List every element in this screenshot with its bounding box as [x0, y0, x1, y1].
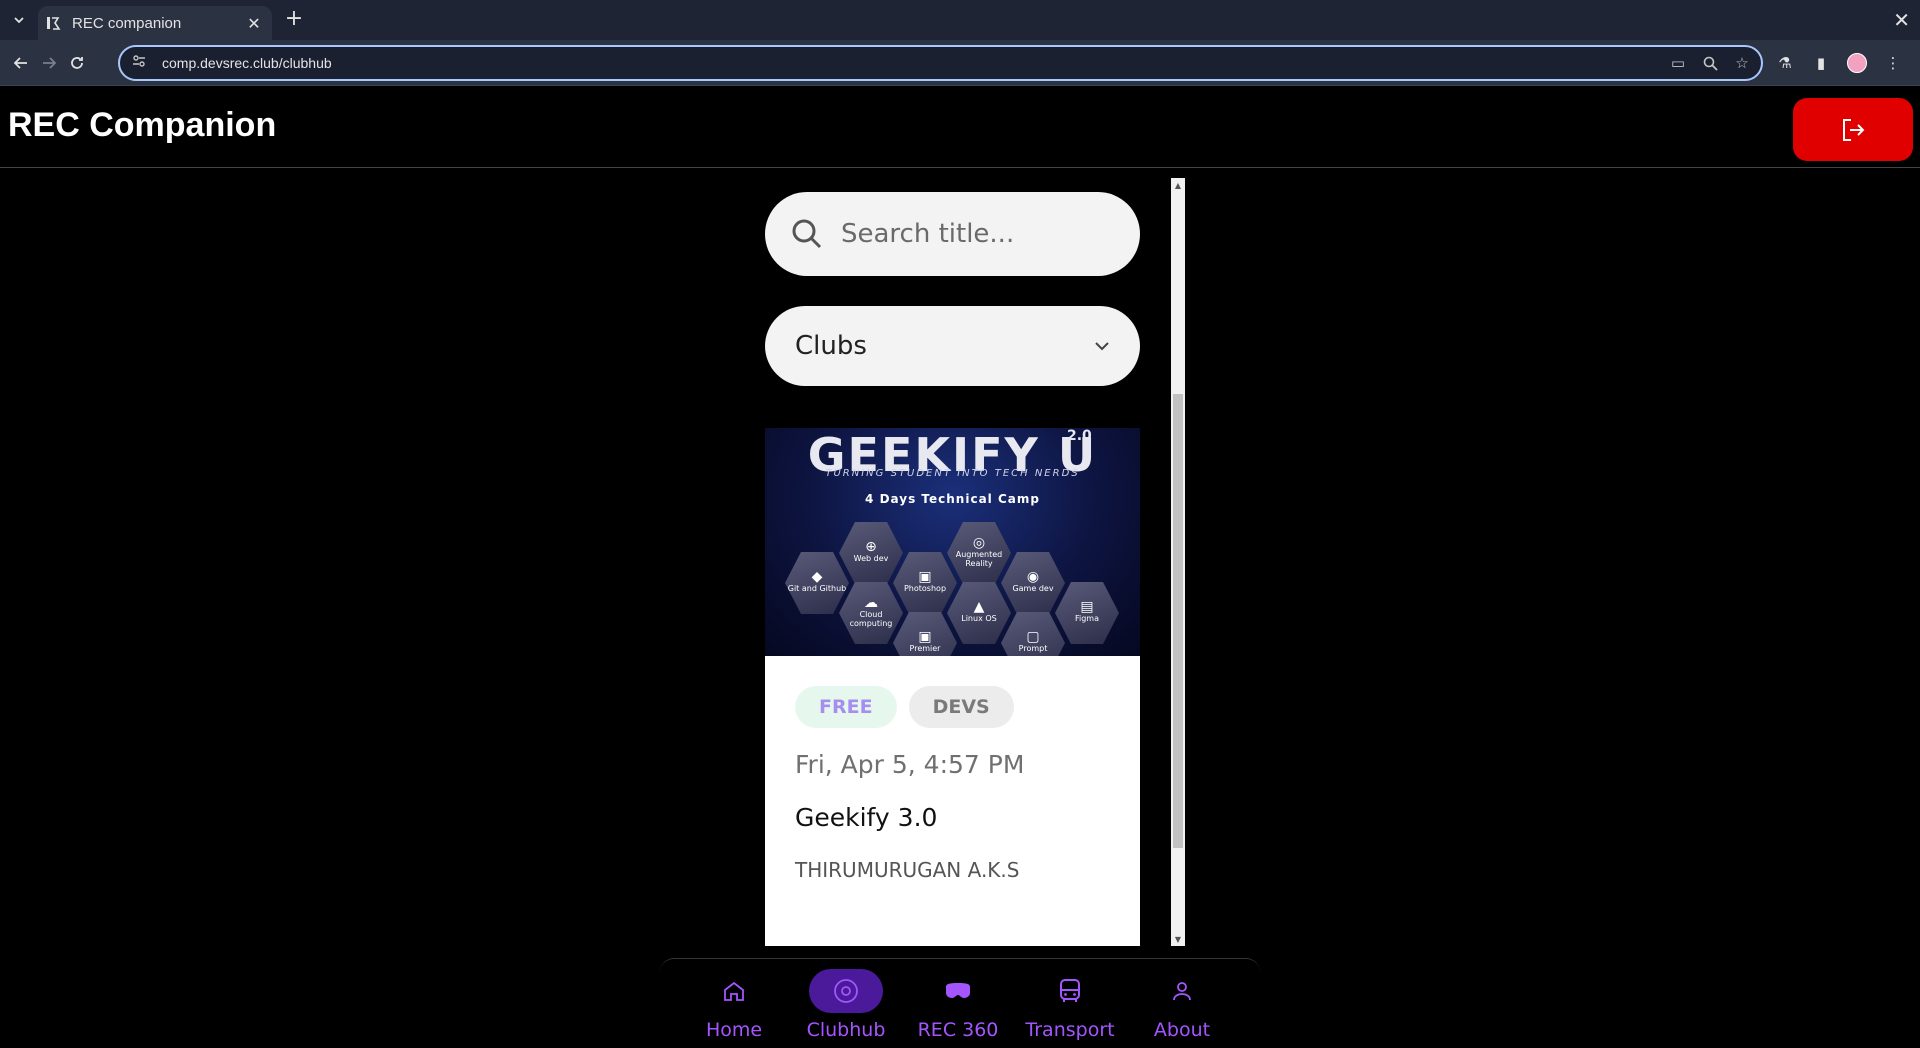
scroll-down-arrow-icon[interactable]: ▼: [1171, 932, 1185, 946]
banner-hex-premier: ▣ Premier: [893, 611, 957, 656]
banner-hex-linux: ▲ Linux OS: [947, 581, 1011, 645]
labs-flask-icon[interactable]: ⚗: [1772, 50, 1798, 76]
arrow-left-icon: [13, 57, 27, 69]
tab-list-button[interactable]: [8, 9, 30, 31]
clubs-dropdown[interactable]: Clubs: [765, 306, 1140, 386]
banner-hex-gamedev: ◉ Game dev: [1001, 551, 1065, 615]
nav-item-about[interactable]: About: [1132, 969, 1232, 1047]
address-bar[interactable]: comp.devsrec.club/clubhub ▭ ☆: [118, 45, 1763, 81]
forward-button[interactable]: [36, 50, 62, 76]
chevron-down-icon: [1095, 342, 1109, 351]
banner-hex-webdev: ⊕ Web dev: [839, 521, 903, 585]
zoom-icon[interactable]: [1697, 50, 1723, 76]
nav-label-clubhub: Clubhub: [806, 1019, 886, 1041]
banner-hex-photoshop: ▣ Photoshop: [893, 551, 957, 615]
logout-icon: [1843, 118, 1865, 141]
new-tab-button[interactable]: +: [282, 8, 306, 32]
url-text[interactable]: comp.devsrec.club/clubhub: [162, 55, 1665, 71]
site-info-icon[interactable]: [132, 54, 152, 72]
banner-hex-ar: ◎ Augmented Reality: [947, 521, 1011, 585]
back-button[interactable]: [8, 50, 34, 76]
event-title: Geekify 3.0: [795, 803, 938, 832]
banner-hex-figma: ▤ Figma: [1055, 581, 1119, 645]
search-box[interactable]: [765, 192, 1140, 276]
event-date: Fri, Apr 5, 4:57 PM: [795, 750, 1025, 779]
event-organizer: THIRUMURUGAN A.K.S: [795, 858, 1020, 882]
event-banner-image: GEEKIFY U 2.0 TURNING STUDENT INTO TECH …: [765, 428, 1140, 656]
panel-scrollbar[interactable]: ▲ ▼: [1171, 178, 1185, 946]
menu-kebab-icon[interactable]: ⋮: [1880, 50, 1906, 76]
search-input[interactable]: [841, 219, 1101, 249]
reload-icon: [71, 57, 83, 69]
side-panel-icon[interactable]: ▮: [1808, 50, 1834, 76]
nav-item-rec360[interactable]: REC 360: [908, 969, 1008, 1047]
clubs-dropdown-value: Clubs: [795, 331, 867, 361]
banner-camp-text: 4 Days Technical Camp: [865, 492, 1040, 506]
user-icon: [1173, 982, 1191, 1001]
event-card[interactable]: GEEKIFY U 2.0 TURNING STUDENT INTO TECH …: [765, 428, 1140, 946]
rec-favicon-icon: [47, 17, 61, 30]
event-tags: FREE DEVS: [795, 686, 1110, 728]
banner-hex-git: ◆ Git and Github: [785, 551, 849, 615]
nav-item-transport[interactable]: Transport: [1020, 969, 1120, 1047]
reload-button[interactable]: [64, 50, 90, 76]
tag-free-badge: FREE: [795, 686, 897, 728]
tab-close-icon[interactable]: ✕: [244, 14, 264, 33]
search-icon: [792, 219, 822, 249]
scrollbar-thumb[interactable]: [1173, 394, 1183, 848]
bus-icon: [1060, 979, 1080, 1002]
chevron-down-icon: [14, 17, 24, 24]
clubhub-panel: Clubs GEEKIFY U 2.0 TURNING STUDENT INTO…: [733, 178, 1185, 946]
nav-label-transport: Transport: [1025, 1019, 1115, 1041]
home-icon: [724, 981, 744, 1001]
disc-icon: [834, 979, 858, 1003]
browser-toolbar: comp.devsrec.club/clubhub ▭ ☆ ⚗ ▮ ⋮: [0, 40, 1920, 86]
bookmark-star-icon[interactable]: ☆: [1729, 50, 1755, 76]
nav-item-home[interactable]: Home: [684, 969, 784, 1047]
browser-tab[interactable]: REC companion ✕: [38, 6, 272, 40]
nav-label-home: Home: [705, 1019, 763, 1041]
page-title: REC Companion: [8, 106, 277, 144]
tab-title: REC companion: [72, 14, 182, 32]
app-header: REC Companion: [0, 86, 1920, 168]
banner-subtitle: TURNING STUDENT INTO TECH NERDS: [825, 468, 1080, 479]
profile-avatar[interactable]: [1844, 50, 1870, 76]
bottom-nav: Home Clubhub REC 360 Transport About: [660, 958, 1260, 1048]
nav-item-clubhub[interactable]: Clubhub: [796, 969, 896, 1047]
nav-label-about: About: [1153, 1019, 1211, 1041]
window-close-button[interactable]: ✕: [1893, 8, 1910, 32]
arrow-right-icon: [43, 57, 57, 69]
vr-headset-icon: [946, 983, 970, 998]
cast-icon[interactable]: ▭: [1665, 50, 1691, 76]
tag-club-badge: DEVS: [908, 686, 1014, 728]
banner-hex-prompt: ▢ Prompt: [1001, 611, 1065, 656]
browser-tab-bar: REC companion ✕ + ✕: [0, 0, 1920, 40]
logout-button[interactable]: [1793, 98, 1913, 161]
nav-label-rec360: REC 360: [917, 1019, 999, 1041]
scroll-up-arrow-icon[interactable]: ▲: [1171, 178, 1185, 192]
banner-hex-cloud: ☁ Cloud computing: [839, 581, 903, 645]
banner-superscript: 2.0: [1067, 428, 1092, 444]
